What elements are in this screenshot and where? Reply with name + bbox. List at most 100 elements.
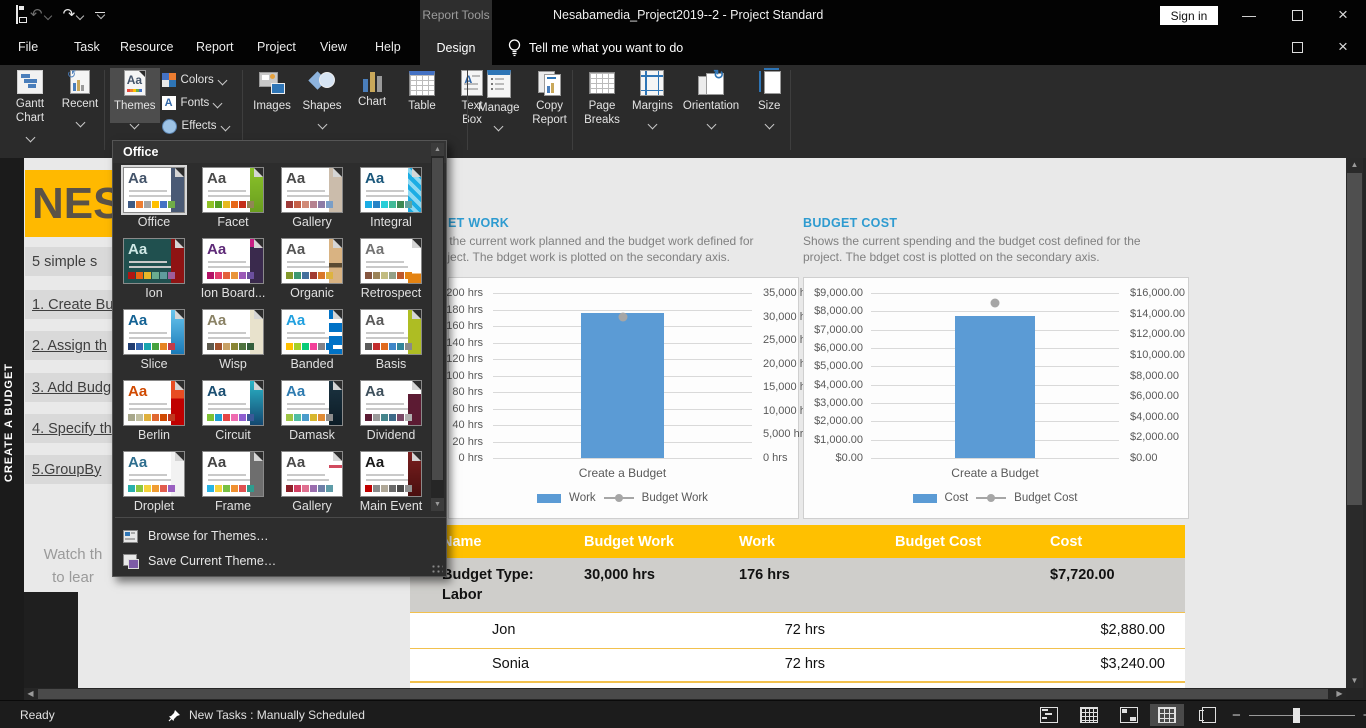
theme-card-berlin[interactable]: Aa [123, 380, 185, 426]
recent-button[interactable]: ↺ Recent [56, 68, 104, 121]
theme-card-retrospect[interactable]: Aa [360, 238, 422, 284]
gantt-chart-button[interactable]: Gantt Chart [6, 68, 54, 136]
theme-card-ion[interactable]: Aa [123, 238, 185, 284]
status-bar: Ready New Tasks : Manually Scheduled − + [0, 700, 1366, 728]
horizontal-scrollbar-thumb[interactable] [38, 689, 1328, 699]
theme-card-droplet[interactable]: Aa [123, 451, 185, 497]
table-row-0[interactable]: Budget Type: Labor30,000 hrs176 hrs$7,72… [410, 558, 1185, 612]
theme-card-integral[interactable]: Aa [360, 167, 422, 213]
zoom-slider[interactable] [1249, 715, 1355, 716]
theme-card-ion-board-[interactable]: Aa [202, 238, 264, 284]
chart-button[interactable]: Chart [348, 68, 396, 111]
view-resource-sheet-button[interactable] [1192, 704, 1226, 726]
fonts-button[interactable]: A Fonts [162, 94, 229, 112]
table-header-cost: Cost [1042, 525, 1185, 558]
gallery-scroll-down-icon[interactable]: ▼ [431, 498, 444, 511]
margins-icon [640, 70, 664, 96]
theme-card-organic[interactable]: Aa [281, 238, 343, 284]
scroll-up-icon[interactable]: ▲ [1346, 158, 1363, 172]
tab-file[interactable]: File [12, 30, 44, 65]
manage-button[interactable]: Manage [474, 68, 524, 125]
effects-button[interactable]: Effects [162, 117, 229, 135]
table-button[interactable]: Table [398, 68, 446, 115]
tell-me-box[interactable]: Tell me what you want to do [508, 30, 683, 65]
zoom-slider-handle[interactable] [1293, 708, 1300, 723]
copy-report-button[interactable]: Copy Report [526, 68, 574, 130]
theme-card-gallery[interactable]: Aa [281, 167, 343, 213]
minimize-button[interactable]: — [1232, 0, 1266, 30]
gallery-scroll-up-icon[interactable]: ▲ [431, 143, 444, 156]
budget-work-chart[interactable]: 200 hrs180 hrs160 hrs140 hrs120 hrs100 h… [448, 277, 799, 519]
table-row-1[interactable]: Jon72 hrs$2,880.00 [410, 612, 1185, 648]
themes-gallery-scrollbar[interactable]: ▲ ▼ [431, 143, 444, 511]
view-gantt-button[interactable] [1032, 704, 1066, 726]
theme-card-wisp[interactable]: Aa [202, 309, 264, 355]
tab-resource[interactable]: Resource [114, 30, 180, 65]
shapes-button[interactable]: Shapes [298, 68, 346, 123]
browse-for-themes-item[interactable]: Browse for Themes… [113, 523, 446, 548]
theme-card-basis[interactable]: Aa [360, 309, 422, 355]
doc-close-button[interactable]: × [1326, 32, 1360, 62]
tab-project[interactable]: Project [251, 30, 302, 65]
theme-card-dividend[interactable]: Aa [360, 380, 422, 426]
sidebar-step-3[interactable]: 3. Add Budg [25, 373, 124, 402]
theme-card-circuit[interactable]: Aa [202, 380, 264, 426]
window-title: Nesabamedia_Project2019--2 - Project Sta… [553, 0, 823, 30]
scroll-left-icon[interactable]: ◀ [24, 688, 37, 700]
theme-card-damask[interactable]: Aa [281, 380, 343, 426]
zoom-out-icon[interactable]: − [1232, 707, 1241, 724]
table-cell: 176 hrs [731, 558, 887, 612]
vertical-scrollbar[interactable]: ▲ ▼ [1346, 158, 1363, 688]
horizontal-scrollbar[interactable]: ◀ ▶ [24, 688, 1346, 700]
page-breaks-button[interactable]: Page Breaks [578, 68, 626, 130]
size-button[interactable]: Size [745, 68, 793, 123]
close-button[interactable]: × [1326, 0, 1360, 30]
table-row-2[interactable]: Sonia72 hrs$3,240.00 [410, 648, 1185, 682]
view-team-planner-button[interactable] [1112, 704, 1146, 726]
orientation-button[interactable]: ↻ Orientation [679, 68, 743, 123]
save-current-theme-item[interactable]: Save Current Theme… [113, 548, 446, 573]
theme-card-office[interactable]: Aa [123, 167, 185, 213]
sidebar-step-2[interactable]: 2. Assign th [25, 331, 124, 360]
sidebar-step-4[interactable]: 4. Specify th [25, 414, 124, 443]
sidebar-step-5[interactable]: 5.GroupBy [25, 455, 124, 484]
theme-card-slice[interactable]: Aa [123, 309, 185, 355]
dropdown-resize-grip[interactable] [431, 564, 443, 574]
axis-tick-primary: 160 hrs [446, 320, 483, 332]
redo-icon[interactable]: ↷ [63, 0, 84, 30]
tab-design-active[interactable]: Design [420, 30, 492, 65]
view-task-usage-button[interactable] [1072, 704, 1106, 726]
save-icon[interactable] [16, 6, 18, 24]
theme-card-facet[interactable]: Aa [202, 167, 264, 213]
theme-card-gallery[interactable]: Aa [281, 451, 343, 497]
undo-icon[interactable]: ↶ [30, 0, 51, 30]
status-new-tasks[interactable]: New Tasks : Manually Scheduled [168, 701, 365, 728]
gridline [871, 311, 1119, 312]
theme-card-banded[interactable]: Aa [281, 309, 343, 355]
scroll-right-icon[interactable]: ▶ [1333, 688, 1346, 700]
theme-card-frame[interactable]: Aa [202, 451, 264, 497]
axis-tick-primary: 0 hrs [459, 452, 483, 464]
gallery-scrollbar-thumb[interactable] [432, 158, 443, 480]
tab-view[interactable]: View [314, 30, 353, 65]
axis-tick-primary: 120 hrs [446, 353, 483, 365]
doc-restore-button[interactable] [1280, 32, 1314, 62]
sidebar-step-1[interactable]: 1. Create Bu [25, 290, 124, 319]
tab-help[interactable]: Help [369, 30, 407, 65]
colors-button[interactable]: Colors [162, 71, 229, 89]
scroll-down-icon[interactable]: ▼ [1346, 674, 1363, 688]
images-button[interactable]: Images [248, 68, 296, 115]
tab-report[interactable]: Report [190, 30, 240, 65]
restore-button[interactable] [1280, 0, 1314, 30]
quick-access-toolbar: ↶ ↷ [16, 0, 105, 30]
theme-card-main-event[interactable]: Aa [360, 451, 422, 497]
sidebar-step-0: 5 simple s [25, 247, 124, 276]
margins-button[interactable]: Margins [628, 68, 677, 123]
view-report-button-active[interactable] [1150, 704, 1184, 726]
budget-cost-chart[interactable]: $9,000.00$8,000.00$7,000.00$6,000.00$5,0… [803, 277, 1189, 519]
sign-in-button[interactable]: Sign in [1160, 6, 1218, 25]
vertical-scrollbar-thumb[interactable] [1347, 173, 1362, 505]
themes-button[interactable]: Aa Themes [110, 68, 160, 123]
tab-task[interactable]: Task [68, 30, 106, 65]
customize-quick-access-icon[interactable] [95, 12, 105, 18]
